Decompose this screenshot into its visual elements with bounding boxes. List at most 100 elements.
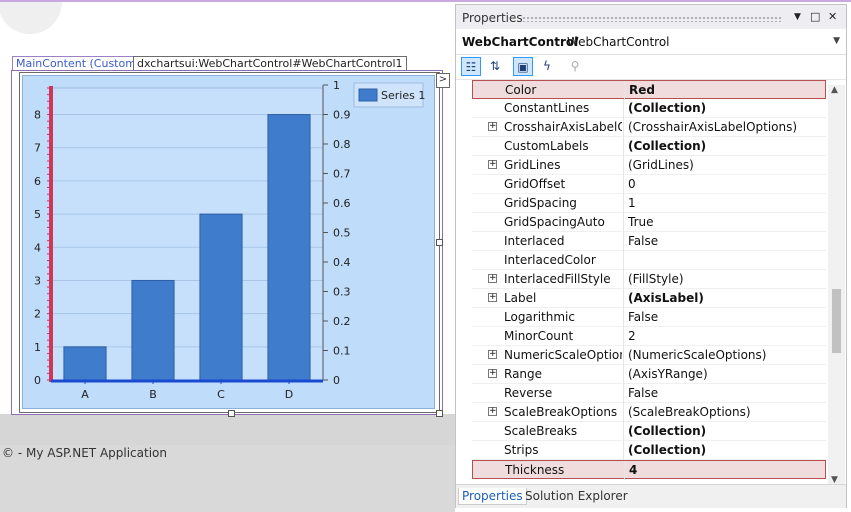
- column-divider: [623, 137, 624, 156]
- property-row[interactable]: + Label (AxisLabel): [472, 289, 826, 308]
- y-tick-label: 6: [34, 175, 41, 188]
- property-name: Label: [504, 291, 537, 305]
- column-divider: [623, 194, 624, 213]
- close-icon[interactable]: ✕: [828, 10, 837, 23]
- property-value[interactable]: 1: [628, 196, 636, 210]
- window-position-dropdown-icon[interactable]: ▼: [794, 12, 801, 22]
- property-row[interactable]: + CrosshairAxisLabelOpt (CrosshairAxisLabe…: [472, 118, 826, 137]
- property-row[interactable]: Color Red: [472, 80, 826, 100]
- property-row[interactable]: GridSpacing 1: [472, 194, 826, 213]
- property-name: MinorCount: [504, 329, 574, 343]
- property-name: ScaleBreaks: [504, 424, 578, 438]
- column-divider: [623, 327, 624, 346]
- y-tick-label: 1: [34, 341, 41, 354]
- column-divider: [623, 175, 624, 194]
- property-row[interactable]: + InterlacedFillStyle (FillStyle): [472, 270, 826, 289]
- tab-properties[interactable]: Properties: [458, 488, 527, 505]
- property-value[interactable]: (NumericScaleOptions): [628, 348, 766, 362]
- property-row[interactable]: Reverse False: [472, 384, 826, 403]
- column-divider: [623, 118, 624, 137]
- property-value[interactable]: (GridLines): [628, 158, 694, 172]
- property-row[interactable]: Interlaced False: [472, 232, 826, 251]
- property-value[interactable]: False: [628, 386, 658, 400]
- property-value[interactable]: (Collection): [628, 424, 706, 438]
- property-value[interactable]: False: [628, 234, 658, 248]
- bar: [267, 114, 311, 381]
- expand-icon[interactable]: +: [488, 350, 497, 359]
- column-divider: [624, 461, 625, 480]
- designer-surface: © - My ASP.NET Application MainContent (…: [0, 0, 851, 512]
- property-value[interactable]: (CrosshairAxisLabelOptions): [628, 120, 797, 134]
- selected-object-type: WebChartControl: [567, 35, 670, 49]
- property-value[interactable]: (FillStyle): [628, 272, 684, 286]
- property-row[interactable]: + GridLines (GridLines): [472, 156, 826, 175]
- property-row[interactable]: + NumericScaleOptions (NumericScaleOptions…: [472, 346, 826, 365]
- property-name: GridOffset: [504, 177, 566, 191]
- property-value[interactable]: (Collection): [628, 139, 706, 153]
- resize-handle-bottom[interactable]: [228, 410, 235, 417]
- property-row[interactable]: + ScaleBreakOptions (ScaleBreakOptions): [472, 403, 826, 422]
- column-divider: [623, 441, 624, 460]
- content-placeholder-tag[interactable]: MainContent (Custom): [12, 56, 145, 71]
- object-selector[interactable]: WebChartControl WebChartControl ▼: [456, 30, 846, 55]
- expand-icon[interactable]: +: [488, 369, 497, 378]
- property-row[interactable]: MinorCount 2: [472, 327, 826, 346]
- content-bottom-band: [0, 414, 455, 445]
- property-row[interactable]: GridOffset 0: [472, 175, 826, 194]
- properties-toolbar: ☷ ⇅ ▣ ϟ ⚲: [456, 55, 846, 80]
- properties-title-bar[interactable]: Properties ▼ □ ✕: [456, 5, 846, 29]
- property-value[interactable]: True: [628, 215, 654, 229]
- expand-icon[interactable]: +: [488, 160, 497, 169]
- property-row[interactable]: CustomLabels (Collection): [472, 137, 826, 156]
- y-tick-label: 8: [34, 109, 41, 122]
- property-pages-icon[interactable]: ⚲: [565, 57, 585, 76]
- chevron-down-icon[interactable]: ▼: [833, 36, 840, 46]
- alphabetical-icon[interactable]: ⇅: [485, 57, 505, 76]
- expand-icon[interactable]: +: [488, 407, 497, 416]
- property-name: Logarithmic: [504, 310, 575, 324]
- column-divider: [623, 232, 624, 251]
- scroll-up-icon[interactable]: ▲: [831, 85, 838, 95]
- footer-copyright: © - My ASP.NET Application: [2, 446, 167, 460]
- property-value[interactable]: 0: [628, 177, 636, 191]
- expand-icon[interactable]: +: [488, 274, 497, 283]
- tab-solution-explorer[interactable]: Solution Explorer: [522, 488, 631, 504]
- property-grid-scrollbar[interactable]: ▲ ▼: [828, 85, 845, 485]
- property-value[interactable]: 2: [628, 329, 636, 343]
- property-row[interactable]: ConstantLines (Collection): [472, 99, 826, 118]
- y2-tick-label: 0.9: [333, 109, 351, 122]
- maximize-icon[interactable]: □: [810, 10, 820, 23]
- smart-tag-expand-button[interactable]: >: [436, 73, 450, 88]
- control-tag[interactable]: dxchartsui:WebChartControl#WebChartContr…: [133, 56, 407, 71]
- categorized-icon[interactable]: ☷: [461, 57, 481, 76]
- properties-title: Properties: [462, 11, 523, 25]
- property-row[interactable]: ScaleBreaks (Collection): [472, 422, 826, 441]
- x-tick-label: B: [149, 388, 157, 401]
- property-value[interactable]: (AxisYRange): [628, 367, 708, 381]
- property-row[interactable]: InterlacedColor: [472, 251, 826, 270]
- property-value[interactable]: 4: [629, 463, 637, 477]
- property-grid: Color Red ConstantLines (Collection) + Crossh…: [456, 80, 828, 484]
- property-value[interactable]: (AxisLabel): [628, 291, 704, 305]
- y-tick-label: 2: [34, 308, 41, 321]
- property-row[interactable]: + Range (AxisYRange): [472, 365, 826, 384]
- property-row[interactable]: Thickness 4: [472, 460, 826, 480]
- web-chart-control[interactable]: 0 1 2 3 4 5 6 7 8 0 0.1 0.2 0.3 0.4 0.5 0.6 0.7 0.8 0.9 1 A B…: [22, 75, 435, 409]
- property-value[interactable]: (Collection): [628, 101, 706, 115]
- expand-icon[interactable]: +: [488, 122, 497, 131]
- resize-handle-right[interactable]: [436, 239, 443, 246]
- property-value[interactable]: Red: [629, 83, 655, 97]
- property-name: Strips: [504, 443, 539, 457]
- property-row[interactable]: Logarithmic False: [472, 308, 826, 327]
- scroll-thumb[interactable]: [832, 289, 841, 353]
- property-value[interactable]: (Collection): [628, 443, 706, 457]
- property-value[interactable]: (ScaleBreakOptions): [628, 405, 751, 419]
- properties-icon[interactable]: ▣: [513, 57, 533, 76]
- column-divider: [623, 213, 624, 232]
- resize-handle-bottom-right[interactable]: [436, 410, 443, 417]
- expand-icon[interactable]: +: [488, 293, 497, 302]
- property-row[interactable]: GridSpacingAuto True: [472, 213, 826, 232]
- property-row[interactable]: Strips (Collection): [472, 441, 826, 460]
- events-icon[interactable]: ϟ: [537, 57, 557, 76]
- property-value[interactable]: False: [628, 310, 658, 324]
